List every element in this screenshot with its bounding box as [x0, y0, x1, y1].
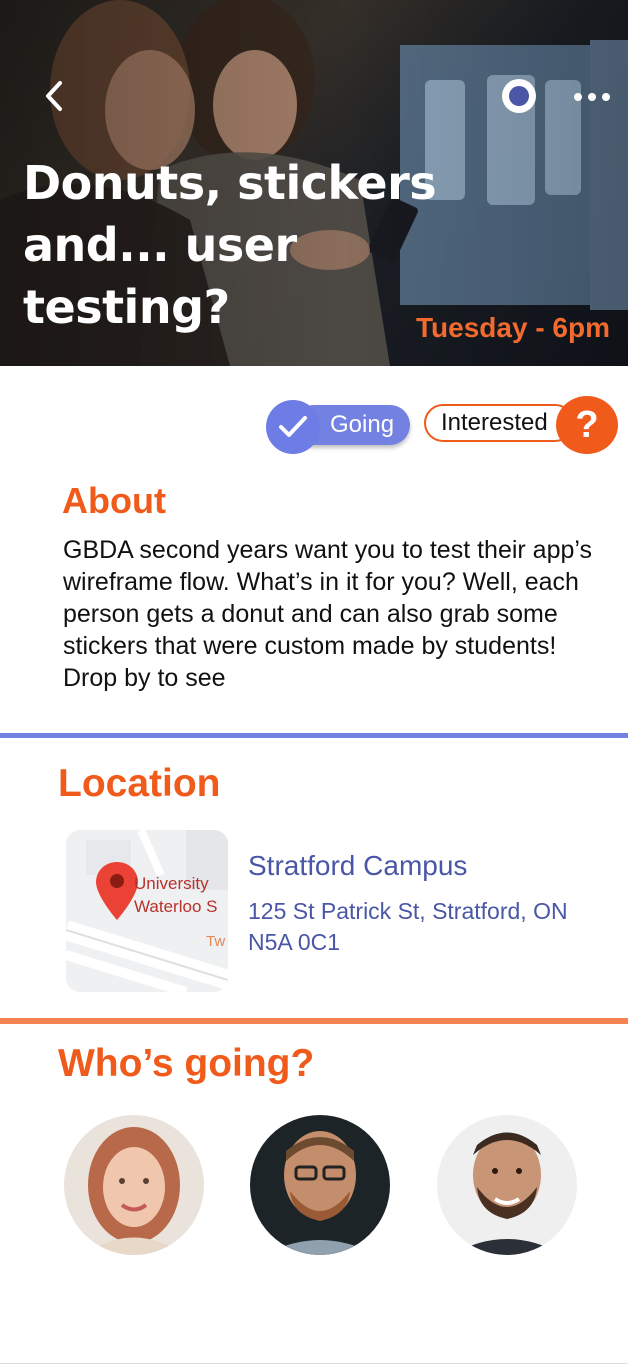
record-icon — [509, 86, 529, 106]
attendee-avatar[interactable] — [437, 1115, 577, 1255]
event-date: Tuesday - 6pm — [416, 312, 610, 343]
avatar — [64, 1115, 204, 1255]
about-heading: About — [62, 480, 166, 521]
check-icon — [266, 400, 320, 454]
more-horizontal-icon — [574, 93, 582, 101]
more-options-button[interactable] — [568, 82, 616, 112]
interested-label: Interested — [424, 404, 574, 442]
going-button[interactable]: Going — [266, 400, 410, 454]
location-heading: Location — [58, 762, 221, 805]
bottom-divider — [0, 1363, 628, 1364]
attendee-avatar[interactable] — [250, 1115, 390, 1255]
event-hero: Donuts, stickers and... user testing? Tu… — [0, 0, 628, 366]
section-divider — [0, 1018, 628, 1024]
section-divider — [0, 733, 628, 738]
map-label-university: University — [134, 874, 209, 893]
attendee-avatar[interactable] — [64, 1115, 204, 1255]
chevron-left-icon — [46, 81, 62, 111]
avatar — [250, 1115, 390, 1255]
back-button[interactable] — [34, 74, 74, 118]
question-icon: ? — [556, 396, 618, 454]
map-thumbnail[interactable]: University Waterloo S Tw — [66, 830, 228, 992]
map-label-waterloo: Waterloo S — [134, 897, 217, 916]
about-description: GBDA second years want you to test their… — [63, 536, 592, 692]
avatar — [437, 1115, 577, 1255]
venue-address: 125 St Patrick St, Stratford, ON N5A 0C1 — [248, 898, 568, 955]
venue-name[interactable]: Stratford Campus — [248, 850, 467, 882]
map-graphic: University Waterloo S Tw — [66, 830, 228, 992]
event-title: Donuts, stickers and... user testing? — [23, 156, 437, 334]
record-button[interactable] — [502, 79, 536, 113]
map-label-street: Tw — [206, 933, 225, 950]
attendees-heading: Who’s going? — [58, 1042, 315, 1085]
interested-button[interactable]: Interested ? — [424, 396, 620, 454]
